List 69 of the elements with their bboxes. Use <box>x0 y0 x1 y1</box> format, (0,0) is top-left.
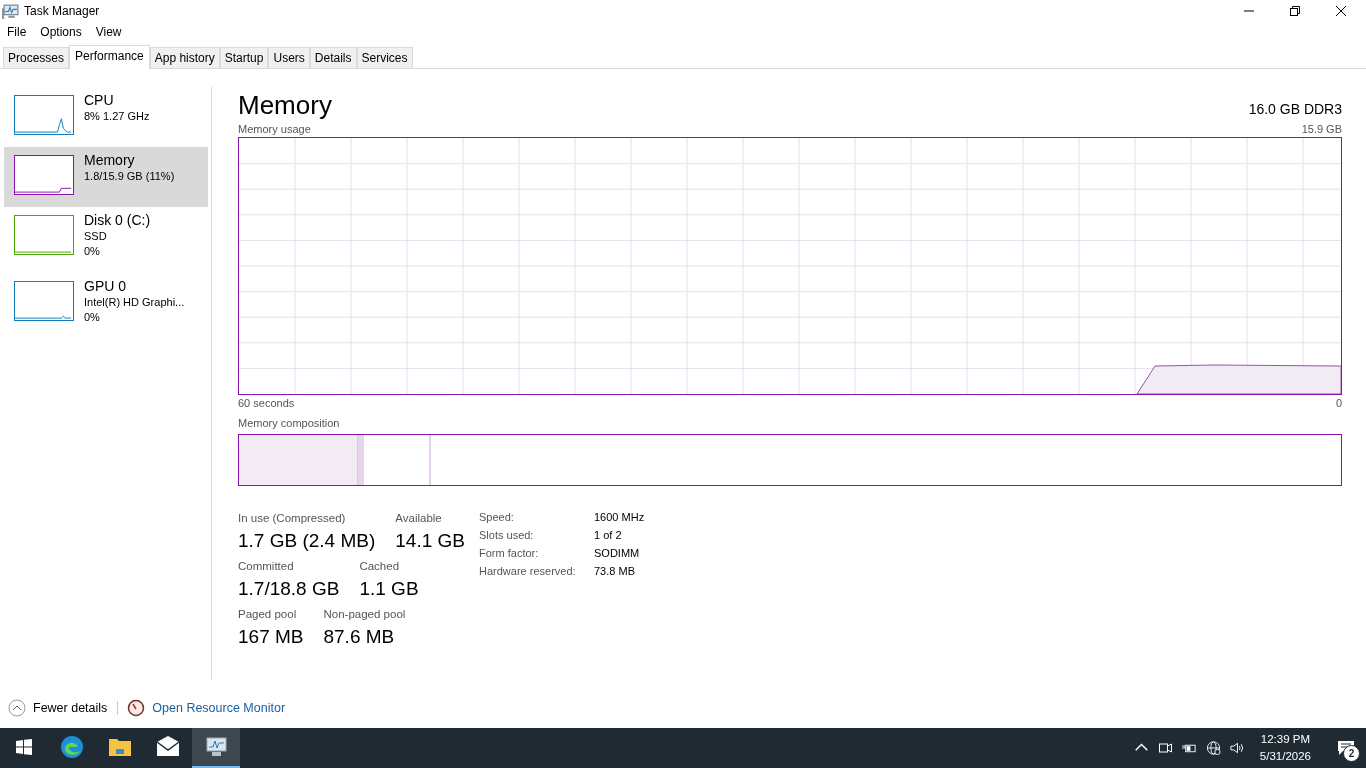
stat-value: 1.1 GB <box>359 577 419 601</box>
task-manager-icon <box>2 3 19 19</box>
tab[interactable]: Startup <box>219 47 269 68</box>
stat-label: Paged pool <box>238 607 298 621</box>
stat-value: 87.6 MB <box>323 625 396 649</box>
sidebar-item-detail: 8% 1.27 GHz <box>84 109 150 124</box>
sidebar-item-detail: 1.8/15.9 GB (11%) <box>84 169 175 184</box>
memory-spec: 16.0 GB DDR3 <box>1248 101 1342 117</box>
stat-label: Cached <box>359 559 401 573</box>
sidebar-item-name: Memory <box>84 151 136 169</box>
sidebar-item-name: CPU <box>84 91 115 109</box>
detail-value: SODIMM <box>594 547 641 561</box>
stat-label: Available <box>395 511 443 525</box>
chart-label: Memory usage <box>238 122 311 137</box>
detail-value: 1600 MHz <box>594 511 645 525</box>
time-span-label: 60 seconds <box>238 396 295 411</box>
detail-label: Form factor: <box>479 547 540 561</box>
edge-icon <box>60 735 84 759</box>
stat-value: 1.7 GB (2.4 MB) <box>238 529 376 553</box>
tab[interactable]: Users <box>268 47 310 68</box>
open-resource-monitor-link[interactable]: Open Resource Monitor <box>152 701 286 715</box>
sidebar-item[interactable]: CPU 8% 1.27 GHz <box>4 87 208 147</box>
speaker-icon[interactable] <box>1229 741 1245 755</box>
tab[interactable]: Processes <box>3 47 70 68</box>
stat-value: 167 MB <box>238 625 304 649</box>
stat-value: 1.7/18.8 GB <box>238 577 340 601</box>
task-manager-icon <box>204 735 228 759</box>
restore-icon[interactable] <box>1290 6 1300 16</box>
clock[interactable]: 12:39 PM 5/31/2026 <box>1253 731 1317 765</box>
menu-item[interactable]: View <box>95 25 122 39</box>
sidebar-item-name: Disk 0 (C:) <box>84 211 151 229</box>
taskbar-app[interactable] <box>192 728 240 768</box>
sidebar-item-detail: Intel(R) HD Graphi... <box>84 295 185 310</box>
detail-value: 1 of 2 <box>594 529 623 543</box>
detail-label: Hardware reserved: <box>479 565 577 579</box>
tab[interactable]: App history <box>149 47 220 68</box>
windows-logo-icon <box>16 739 32 755</box>
gauge-icon <box>127 699 146 717</box>
menu-item[interactable]: Options <box>40 25 82 39</box>
tab[interactable]: Services <box>356 47 413 68</box>
sidebar-item[interactable]: Disk 0 (C:) SSD 0% <box>4 207 208 273</box>
stat-value: 14.1 GB <box>395 529 465 553</box>
tab[interactable]: Performance <box>69 45 150 69</box>
sidebar-item[interactable]: GPU 0 Intel(R) HD Graphi... 0% <box>4 273 208 333</box>
stat-label: Committed <box>238 559 295 573</box>
page-title: Memory <box>238 89 332 121</box>
notification-count-badge: 2 <box>1343 745 1360 762</box>
detail-label: Slots used: <box>479 529 535 543</box>
camera-icon[interactable] <box>1157 741 1173 755</box>
tab[interactable]: Details <box>309 47 357 68</box>
detail-label: Speed: <box>479 511 515 525</box>
fewer-details-link[interactable]: Fewer details <box>33 701 108 715</box>
mail-icon <box>156 735 180 759</box>
sidebar-item-detail: SSD <box>84 229 108 244</box>
sidebar-item-detail: 0% <box>84 244 101 259</box>
close-icon[interactable] <box>1336 6 1346 16</box>
globe-icon[interactable] <box>1205 741 1221 755</box>
chart-label: Memory composition <box>238 416 340 431</box>
window-title: Task Manager <box>24 4 100 18</box>
detail-value: 73.8 MB <box>594 565 636 579</box>
stat-label: Non-paged pool <box>323 607 406 621</box>
stat-label: In use (Compressed) <box>238 511 347 525</box>
menu-item[interactable]: File <box>7 25 27 39</box>
sidebar-item-detail: 0% <box>84 310 101 325</box>
time-end-label: 0 <box>1335 396 1342 411</box>
sidebar-item[interactable]: Memory 1.8/15.9 GB (11%) <box>4 147 208 207</box>
collapse-icon[interactable] <box>8 699 26 717</box>
chart-max-label: 15.9 GB <box>1301 122 1342 137</box>
sidebar-item-name: GPU 0 <box>84 277 127 295</box>
